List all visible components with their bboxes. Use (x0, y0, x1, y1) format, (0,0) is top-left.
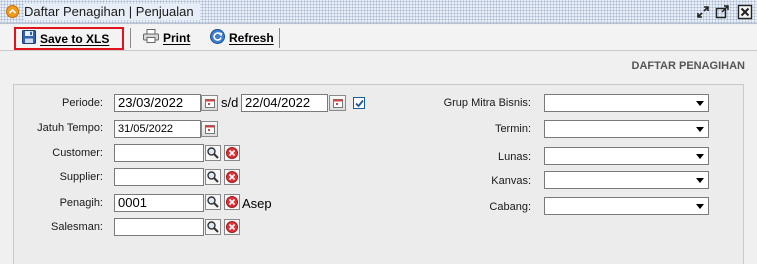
lunas-label: Lunas: (497, 151, 531, 163)
salesman-field[interactable] (114, 218, 204, 236)
magnifier-icon[interactable] (205, 145, 221, 161)
penagih-field[interactable]: 0001 (114, 194, 204, 212)
save-to-xls-button[interactable]: Save to XLS (14, 27, 124, 50)
window-title-bar: Daftar Penagihan | Penjualan (0, 0, 757, 24)
refresh-button[interactable]: Refresh (204, 27, 280, 48)
periode-to-field[interactable]: 22/04/2022 (241, 94, 328, 112)
chevron-down-icon (696, 127, 704, 132)
filter-panel: Periode: 23/03/2022 s/d 22/04/2022 Jatuh… (13, 84, 744, 264)
penagih-name: Asep (242, 196, 272, 211)
refresh-label: Refresh (229, 30, 274, 45)
periode-label: Periode: (62, 97, 103, 109)
cabang-label: Cabang: (489, 201, 531, 213)
printer-icon (143, 29, 159, 46)
calendar-icon[interactable] (329, 95, 346, 111)
save-label: Save to XLS (40, 31, 110, 46)
magnifier-icon[interactable] (205, 169, 221, 185)
clear-icon[interactable] (224, 194, 240, 210)
supplier-field[interactable] (114, 168, 204, 186)
close-icon[interactable] (737, 4, 753, 20)
grup-mitra-bisnis-label: Grup Mitra Bisnis: (443, 97, 531, 109)
window-title: Daftar Penagihan | Penjualan (24, 4, 200, 20)
periode-separator: s/d (221, 95, 239, 110)
clear-icon[interactable] (224, 169, 240, 185)
clear-icon[interactable] (224, 145, 240, 161)
restore-icon[interactable] (695, 4, 711, 20)
cabang-select[interactable] (544, 197, 709, 215)
supplier-label: Supplier: (59, 171, 103, 183)
print-label: Print (163, 30, 191, 45)
chevron-down-icon (696, 204, 704, 209)
floppy-disk-icon (22, 30, 36, 47)
grup-mitra-bisnis-select[interactable] (544, 94, 709, 112)
toolbar-divider (130, 28, 131, 48)
chevron-down-icon (696, 154, 704, 159)
termin-label: Termin: (494, 123, 531, 135)
maximize-icon[interactable] (714, 4, 730, 20)
jatuh-tempo-field[interactable]: 31/05/2022 (114, 120, 201, 138)
penagih-label: Penagih: (59, 197, 103, 209)
refresh-icon (210, 28, 225, 47)
periode-from-field[interactable]: 23/03/2022 (114, 94, 201, 112)
kanvas-label: Kanvas: (491, 175, 531, 187)
salesman-label: Salesman: (51, 221, 103, 233)
jatuh-tempo-label: Jatuh Tempo: (37, 122, 103, 134)
magnifier-icon[interactable] (205, 194, 221, 210)
calendar-icon[interactable] (201, 95, 218, 111)
customer-field[interactable] (114, 144, 204, 162)
chevron-down-icon (696, 178, 704, 183)
chevron-up-icon[interactable] (6, 5, 19, 18)
periode-checkbox[interactable] (353, 97, 365, 109)
toolbar-divider (279, 28, 280, 48)
lunas-select[interactable] (544, 147, 709, 165)
chevron-down-icon (696, 101, 704, 106)
calendar-icon[interactable] (201, 121, 218, 137)
termin-select[interactable] (544, 120, 709, 138)
clear-icon[interactable] (224, 219, 240, 235)
magnifier-icon[interactable] (205, 219, 221, 235)
page-title: DAFTAR PENAGIHAN (631, 60, 745, 72)
print-button[interactable]: Print (137, 27, 196, 48)
customer-label: Customer: (52, 147, 103, 159)
toolbar: Save to XLS Print Refresh (0, 25, 757, 51)
kanvas-select[interactable] (544, 171, 709, 189)
